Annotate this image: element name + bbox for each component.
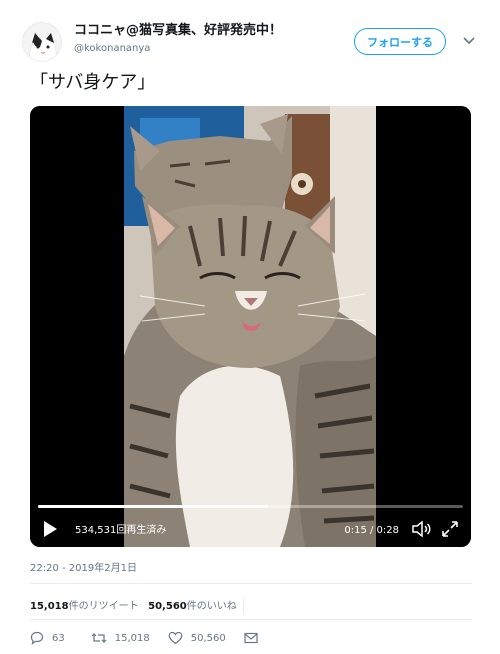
- envelope-icon: [244, 632, 258, 644]
- display-name[interactable]: ココニャ@猫写真集、好評発売中！: [74, 22, 282, 40]
- tweet-stats: 15,018件のリツイート 50,560件のいいね: [30, 597, 244, 614]
- retweet-stat-label[interactable]: 件のリツイート: [69, 601, 139, 612]
- reply-count: 63: [52, 632, 65, 644]
- reply-icon: [30, 631, 44, 645]
- volume-icon[interactable]: [411, 519, 433, 539]
- video-frame: [30, 106, 471, 547]
- follow-button[interactable]: フォローする: [354, 28, 446, 55]
- play-icon[interactable]: [42, 520, 58, 538]
- heart-icon: [168, 631, 183, 645]
- like-count: 50,560: [190, 632, 226, 644]
- stats-separator: [242, 598, 244, 614]
- view-count: 534,531回再生済み: [75, 525, 167, 536]
- like-stat-count[interactable]: 50,560: [148, 601, 187, 612]
- divider: [30, 583, 472, 584]
- video-progress-fill: [38, 505, 268, 508]
- fullscreen-icon[interactable]: [441, 520, 459, 538]
- retweet-stat-count[interactable]: 15,018: [30, 601, 69, 612]
- reply-button[interactable]: 63: [30, 631, 65, 645]
- retweet-count: 15,018: [114, 632, 150, 644]
- retweet-icon: [91, 633, 107, 643]
- tweet-actions: 63 15,018 50,560: [30, 630, 284, 646]
- user-handle[interactable]: @kokonananya: [74, 41, 282, 57]
- tweet-timestamp[interactable]: 22:20 - 2019年2月1日: [30, 559, 137, 574]
- retweet-button[interactable]: 15,018: [91, 631, 150, 645]
- avatar[interactable]: [22, 22, 62, 62]
- divider: [30, 619, 472, 620]
- message-button[interactable]: [244, 632, 266, 644]
- chevron-down-icon[interactable]: [462, 35, 476, 47]
- video-time: 0:15 / 0:28: [344, 525, 399, 536]
- tweet-header: ココニャ@猫写真集、好評発売中！ @kokonananya フォローする: [22, 20, 480, 64]
- tweet-text: 「サバ身ケア」: [30, 72, 156, 93]
- video-progress-bar[interactable]: [38, 505, 463, 508]
- like-stat-label[interactable]: 件のいいね: [187, 601, 237, 612]
- video-player[interactable]: 534,531回再生済み 0:15 / 0:28: [30, 106, 471, 547]
- like-button[interactable]: 50,560: [168, 631, 226, 645]
